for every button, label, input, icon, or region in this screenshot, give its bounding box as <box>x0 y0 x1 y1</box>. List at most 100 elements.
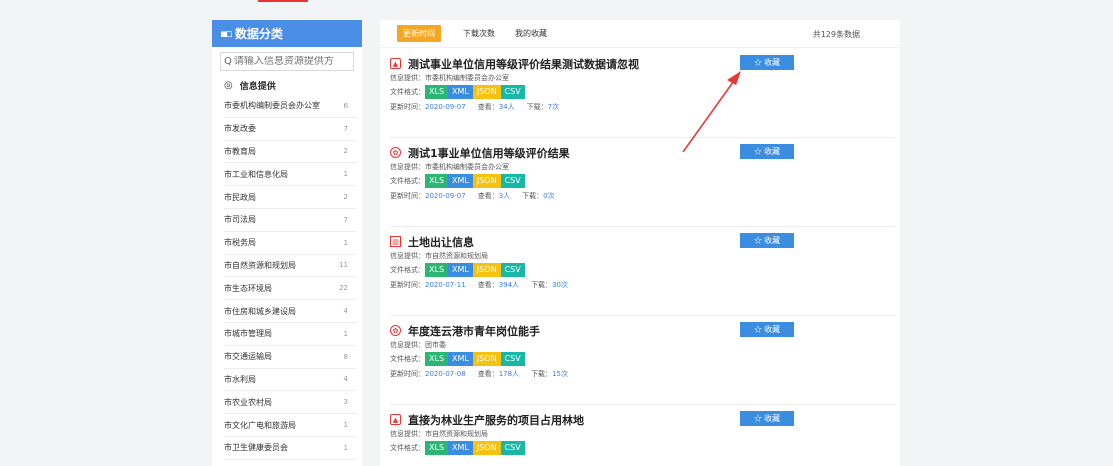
format-xml-badge[interactable]: XML <box>448 85 473 99</box>
sidebar-item-provider[interactable]: 市民政局 2 <box>224 186 356 209</box>
tab-update-time[interactable]: 更新时间 <box>397 25 441 42</box>
collect-button[interactable]: ☆ 收藏 <box>740 322 794 337</box>
provider-list: 市委机构编制委员会办公室 6 市发改委 7 市教育局 2 市工业和信息化局 1 市民政局 2 市司法… <box>212 95 362 460</box>
collect-button[interactable]: ☆ 收藏 <box>740 411 794 426</box>
dataset-item: ✿ 年度连云港市青年岗位能手 信息提供：团市委 文件格式： XLS XML JSON CSV 更… <box>390 322 895 405</box>
dataset-provider: 信息提供：市自然资源和规划局 <box>390 250 885 262</box>
dataset-formats: 文件格式： XLS XML JSON CSV <box>390 440 885 456</box>
sidebar-item-provider[interactable]: 市城市管理局 1 <box>224 323 356 346</box>
provider-value: 团市委 <box>425 341 446 349</box>
sidebar-item-provider[interactable]: 市卫生健康委员会 1 <box>224 437 356 460</box>
format-csv-badge[interactable]: CSV <box>500 352 525 366</box>
format-json-badge[interactable]: JSON <box>472 263 501 277</box>
dataset-list-panel: 更新时间 下载次数 我的收藏 共129条数据 ▲ 测试事业单位信用等级评价结果测试… <box>380 20 900 466</box>
collect-button[interactable]: ☆ 收藏 <box>740 144 794 159</box>
provider-subheader: ◎ 信息提供 <box>212 75 362 95</box>
dataset-provider: 信息提供：市委机构编制委员会办公室 <box>390 72 885 84</box>
sidebar-item-provider[interactable]: 市发改委 7 <box>224 118 356 141</box>
sidebar-item-count: 8 <box>343 352 348 361</box>
dataset-title[interactable]: 测试事业单位信用等级评价结果测试数据请忽视 <box>408 56 639 72</box>
sidebar-item-provider[interactable]: 市税务局 1 <box>224 232 356 255</box>
format-xls-badge[interactable]: XLS <box>425 85 449 99</box>
dataset-formats: 文件格式： XLS XML JSON CSV <box>390 351 885 367</box>
sidebar-item-provider[interactable]: 市文化广电和旅游局 1 <box>224 414 356 437</box>
format-csv-badge[interactable]: CSV <box>500 441 525 455</box>
collect-button[interactable]: ☆ 收藏 <box>740 55 794 70</box>
dataset-provider: 信息提供：市委机构编制委员会办公室 <box>390 161 885 173</box>
update-label: 更新时间： <box>390 370 425 378</box>
sidebar-item-count: 2 <box>343 147 348 156</box>
format-xml-badge[interactable]: XML <box>448 352 473 366</box>
dataset-stats: 更新时间：2020-07-11 查看：394人 下载：30次 <box>390 278 885 292</box>
format-csv-badge[interactable]: CSV <box>500 174 525 188</box>
sidebar-item-label: 市自然资源和规划局 <box>224 260 296 270</box>
format-xml-badge[interactable]: XML <box>448 441 473 455</box>
format-xls-badge[interactable]: XLS <box>425 174 449 188</box>
format-xls-badge[interactable]: XLS <box>425 263 449 277</box>
medal-icon: ✿ <box>390 325 401 336</box>
provider-search[interactable]: Q <box>220 52 354 71</box>
search-icon[interactable]: Q <box>224 56 232 67</box>
sidebar-item-label: 市生态环境局 <box>224 283 272 293</box>
provider-value: 市委机构编制委员会办公室 <box>425 74 509 82</box>
dataset-title-row: ✿ 年度连云港市青年岗位能手 <box>390 322 885 339</box>
sidebar-item-provider[interactable]: 市委机构编制委员会办公室 6 <box>224 95 356 118</box>
sidebar-item-provider[interactable]: 市交通运输局 8 <box>224 346 356 369</box>
dataset-title-row: ▲ 测试事业单位信用等级评价结果测试数据请忽视 <box>390 55 885 72</box>
format-json-badge[interactable]: JSON <box>472 174 501 188</box>
dataset-formats: 文件格式： XLS XML JSON CSV <box>390 262 885 278</box>
sidebar-item-provider[interactable]: 市教育局 2 <box>224 141 356 164</box>
item-divider <box>390 226 895 227</box>
sidebar-item-provider[interactable]: 市工业和信息化局 1 <box>224 163 356 187</box>
provider-search-input[interactable] <box>233 56 344 67</box>
update-label: 更新时间： <box>390 103 425 111</box>
views-label: 查看： <box>477 103 499 111</box>
collect-button[interactable]: ☆ 收藏 <box>740 233 794 248</box>
dataset-title[interactable]: 土地出让信息 <box>408 234 474 250</box>
provider-subheader-label: 信息提供 <box>239 81 276 92</box>
dataset-title[interactable]: 年度连云港市青年岗位能手 <box>408 323 540 339</box>
format-csv-badge[interactable]: CSV <box>500 85 525 99</box>
format-xml-badge[interactable]: XML <box>448 263 473 277</box>
format-xls-badge[interactable]: XLS <box>425 352 449 366</box>
sidebar-item-count: 4 <box>343 307 348 316</box>
sidebar-item-provider[interactable]: 市水利局 4 <box>224 369 356 392</box>
item-divider <box>390 404 895 405</box>
downloads-label: 下载： <box>531 281 553 289</box>
dataset-stats: 更新时间：2020-07-08 查看：178人 下载：15次 <box>390 367 885 381</box>
provider-value: 市委机构编制委员会办公室 <box>425 163 509 171</box>
format-json-badge[interactable]: JSON <box>472 352 501 366</box>
sidebar-item-count: 6 <box>343 101 348 110</box>
sidebar-item-label: 市民政局 <box>224 192 256 202</box>
format-json-badge[interactable]: JSON <box>472 441 501 455</box>
sidebar-item-provider[interactable]: 市生态环境局 22 <box>224 277 356 301</box>
dataset-title[interactable]: 测试1事业单位信用等级评价结果 <box>408 145 570 161</box>
sidebar-item-label: 市委机构编制委员会办公室 <box>224 101 320 111</box>
sidebar-item-provider[interactable]: 市农业农村局 3 <box>224 391 356 415</box>
format-json-badge[interactable]: JSON <box>472 85 501 99</box>
sidebar-item-count: 1 <box>343 170 348 179</box>
item-divider <box>390 137 895 138</box>
sidebar-item-provider[interactable]: 市住房和城乡建设局 4 <box>224 300 356 323</box>
location-pin-icon: ◎ <box>224 79 233 91</box>
sidebar-item-count: 7 <box>343 215 348 224</box>
dataset-item: ▲ 测试事业单位信用等级评价结果测试数据请忽视 信息提供：市委机构编制委员会办公室文… <box>390 55 895 138</box>
sidebar-item-label: 市城市管理局 <box>224 329 272 339</box>
sidebar-item-count: 1 <box>343 443 348 452</box>
tab-my-favorites[interactable]: 我的收藏 <box>515 28 547 39</box>
dataset-title[interactable]: 直接为林业生产服务的项目占用林地 <box>408 412 584 428</box>
format-xls-badge[interactable]: XLS <box>425 441 449 455</box>
sidebar-item-provider[interactable]: 市自然资源和规划局 11 <box>224 255 356 278</box>
sidebar-header: ▪▫ 数据分类 <box>212 20 362 47</box>
sidebar-item-provider[interactable]: 市司法局 7 <box>224 209 356 232</box>
tab-download-count[interactable]: 下载次数 <box>463 28 495 39</box>
format-csv-badge[interactable]: CSV <box>500 263 525 277</box>
sidebar-item-label: 市住房和城乡建设局 <box>224 306 296 316</box>
update-date: 2020-07-11 <box>425 281 466 289</box>
format-label: 文件格式： <box>390 444 425 452</box>
sidebar-item-count: 1 <box>343 329 348 338</box>
dataset-item: ▥ 土地出让信息 信息提供：市自然资源和规划局 文件格式： XLS XML JSON CSV 更… <box>390 233 895 316</box>
format-xml-badge[interactable]: XML <box>448 174 473 188</box>
building-icon: ▥ <box>390 236 401 247</box>
dataset-title-row: ▲ 直接为林业生产服务的项目占用林地 <box>390 411 885 428</box>
